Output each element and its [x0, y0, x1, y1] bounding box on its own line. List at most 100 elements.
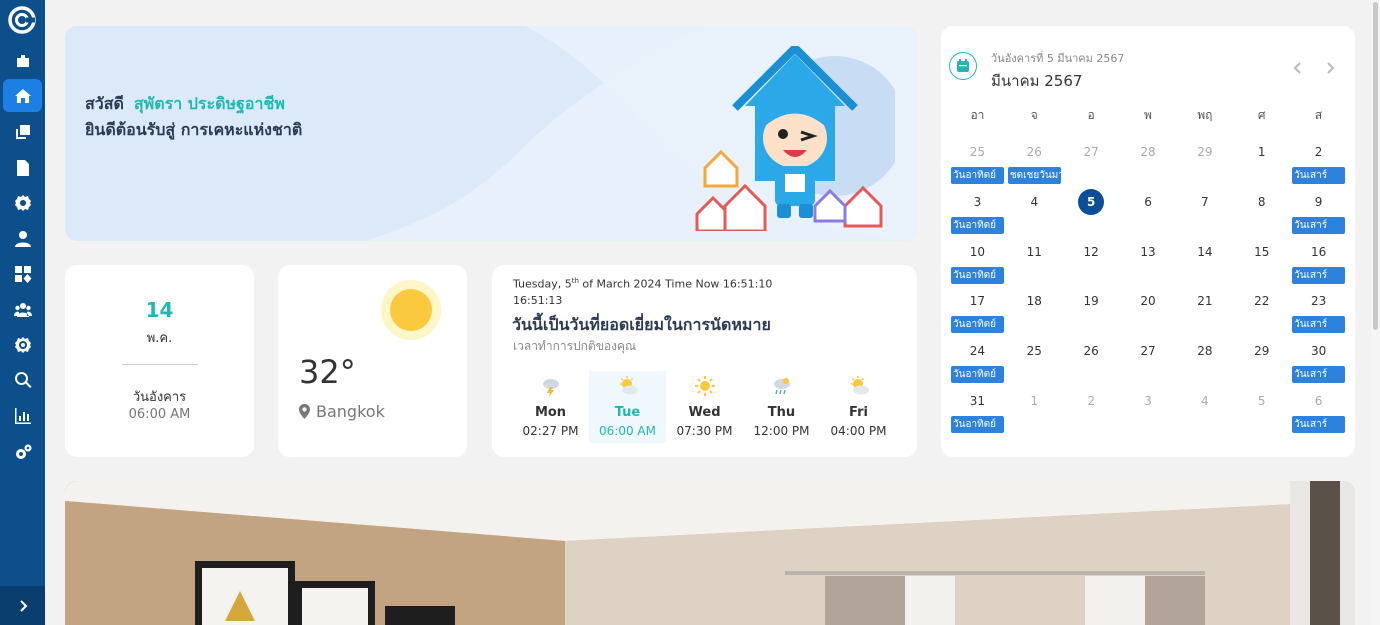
- calendar-day[interactable]: 5: [1233, 386, 1290, 436]
- chevron-right-icon: [19, 599, 27, 612]
- calendar-day[interactable]: 27: [1063, 137, 1120, 187]
- calendar-day[interactable]: 20: [1120, 286, 1177, 336]
- calendar-event[interactable]: ชดเชยวันมาฆบูชา: [1007, 167, 1061, 184]
- calendar-event[interactable]: วันเสาร์: [1292, 167, 1346, 184]
- calendar-day-today[interactable]: 5: [1063, 187, 1120, 237]
- calendar-week: 24 วันอาทิตย์ 25 26 27 28 29 30 วันเสาร์: [949, 336, 1347, 386]
- app-logo[interactable]: [8, 6, 36, 34]
- apps-icon: [14, 265, 31, 283]
- day-number: 15: [1254, 244, 1270, 259]
- prev-month-button[interactable]: [1291, 60, 1305, 74]
- calendar-day[interactable]: 6: [1120, 187, 1177, 237]
- calendar-event[interactable]: วันอาทิตย์: [951, 167, 1004, 184]
- forecast-day[interactable]: Tue 06:00 AM: [589, 371, 666, 443]
- schedule-subtitle: เวลาทำการปกติของคุณ: [513, 339, 637, 353]
- scrollbar-thumb[interactable]: [1373, 2, 1378, 330]
- calendar-day[interactable]: 26: [1063, 336, 1120, 386]
- calendar-event[interactable]: วันเสาร์: [1292, 316, 1346, 334]
- calendar-day[interactable]: 1: [1233, 137, 1290, 187]
- calendar-day[interactable]: 21: [1176, 286, 1233, 336]
- calendar-day[interactable]: 29: [1233, 336, 1290, 386]
- forecast-day[interactable]: Fri 04:00 PM: [820, 371, 897, 443]
- calendar-day[interactable]: 8: [1233, 187, 1290, 237]
- calendar-day[interactable]: 16 วันเสาร์: [1290, 237, 1347, 287]
- calendar-day[interactable]: 25 วันอาทิตย์: [949, 137, 1006, 187]
- sidebar-item-users-group[interactable]: [3, 293, 42, 326]
- calendar-event[interactable]: วันอาทิตย์: [951, 216, 1004, 234]
- sidebar-item-settings-cog[interactable]: [3, 328, 42, 361]
- calendar-day[interactable]: 10 วันอาทิตย์: [949, 237, 1006, 287]
- calendar-day[interactable]: 7: [1176, 187, 1233, 237]
- calendar-event[interactable]: วันอาทิตย์: [951, 266, 1004, 284]
- day-number: 2: [1087, 393, 1095, 408]
- calendar-event[interactable]: วันเสาร์: [1292, 366, 1346, 384]
- calendar-day[interactable]: 3: [1120, 386, 1177, 436]
- day-number: 29: [1254, 344, 1270, 359]
- calendar-event[interactable]: วันอาทิตย์: [951, 316, 1004, 334]
- sidebar-item-apps[interactable]: [3, 257, 42, 290]
- calendar-day[interactable]: 2: [1063, 386, 1120, 436]
- calendar-day[interactable]: 24 วันอาทิตย์: [949, 336, 1006, 386]
- day-number: 17: [969, 294, 986, 309]
- sidebar-item-bar-chart[interactable]: [3, 399, 42, 432]
- calendar-day[interactable]: 15: [1233, 237, 1290, 287]
- calendar-day[interactable]: 12: [1063, 237, 1120, 287]
- calendar-day[interactable]: 31 วันอาทิตย์: [949, 386, 1006, 436]
- calendar-day[interactable]: 23 วันเสาร์: [1290, 286, 1347, 336]
- calendar-day[interactable]: 11: [1006, 237, 1063, 287]
- calendar-day[interactable]: 22: [1233, 286, 1290, 336]
- sidebar-item-gears[interactable]: [3, 435, 42, 468]
- calendar-event[interactable]: วันเสาร์: [1292, 266, 1346, 284]
- day-number: 3: [1144, 393, 1152, 408]
- sidebar-item-copy[interactable]: [3, 115, 42, 148]
- page-scrollbar[interactable]: [1371, 0, 1380, 625]
- calendar-day[interactable]: 9 วันเสาร์: [1290, 187, 1347, 237]
- calendar-day[interactable]: 26 ชดเชยวันมาฆบูชา: [1006, 137, 1063, 187]
- calendar-day[interactable]: 14: [1176, 237, 1233, 287]
- calendar-day[interactable]: 30 วันเสาร์: [1290, 336, 1347, 386]
- home-icon: [14, 88, 31, 103]
- sidebar-item-briefcase[interactable]: [3, 44, 42, 77]
- calendar-day[interactable]: 18: [1006, 286, 1063, 336]
- forecast-day[interactable]: Wed 07:30 PM: [666, 371, 743, 443]
- calendar-day[interactable]: 27: [1120, 336, 1177, 386]
- day-number: 27: [1140, 344, 1156, 359]
- forecast-day-label: Tue: [614, 405, 641, 420]
- calendar-day[interactable]: 28: [1176, 336, 1233, 386]
- calendar-day[interactable]: 2 วันเสาร์: [1290, 137, 1347, 187]
- calendar-day[interactable]: 28: [1120, 137, 1177, 187]
- day-number: 26: [1083, 344, 1099, 359]
- city-name: Bangkok: [316, 402, 385, 421]
- sidebar-item-search[interactable]: [3, 363, 42, 396]
- forecast-day[interactable]: Thu 12:00 PM: [743, 371, 820, 443]
- sidebar-item-home[interactable]: [3, 79, 42, 112]
- day-number: 11: [1026, 244, 1042, 259]
- day-number: 8: [1257, 194, 1266, 209]
- calendar-day[interactable]: 17 วันอาทิตย์: [949, 286, 1006, 336]
- gears-icon: [15, 444, 31, 459]
- calendar-day[interactable]: 13: [1120, 237, 1177, 287]
- calendar-day[interactable]: 1: [1006, 386, 1063, 436]
- search-icon: [14, 371, 32, 388]
- calendar-day[interactable]: 19: [1063, 286, 1120, 336]
- calendar-event[interactable]: วันเสาร์: [1292, 216, 1346, 234]
- weekday-label: ศ: [1257, 108, 1266, 122]
- calendar-day[interactable]: 4: [1006, 187, 1063, 237]
- calendar-event[interactable]: วันอาทิตย์: [951, 366, 1004, 384]
- calendar-day[interactable]: 3 วันอาทิตย์: [949, 187, 1006, 237]
- expand-sidebar-button[interactable]: [0, 586, 45, 625]
- sidebar-item-gear[interactable]: [3, 186, 42, 219]
- next-month-button[interactable]: [1323, 60, 1337, 74]
- sidebar-item-document[interactable]: [3, 151, 42, 184]
- calendar-event[interactable]: วันอาทิตย์: [951, 415, 1004, 433]
- forecast-day[interactable]: Mon 02:27 PM: [512, 371, 589, 443]
- day-number: 1: [1030, 393, 1039, 408]
- sidebar-item-user[interactable]: [3, 222, 42, 255]
- calendar-day[interactable]: 25: [1006, 336, 1063, 386]
- calendar-day[interactable]: 29: [1176, 137, 1233, 187]
- calendar-day[interactable]: 6 วันเสาร์: [1290, 386, 1347, 436]
- calendar-event[interactable]: วันเสาร์: [1292, 415, 1346, 433]
- calendar-day[interactable]: 4: [1176, 386, 1233, 436]
- temperature: 32°: [299, 353, 356, 391]
- date-time: 06:00 AM: [128, 407, 191, 422]
